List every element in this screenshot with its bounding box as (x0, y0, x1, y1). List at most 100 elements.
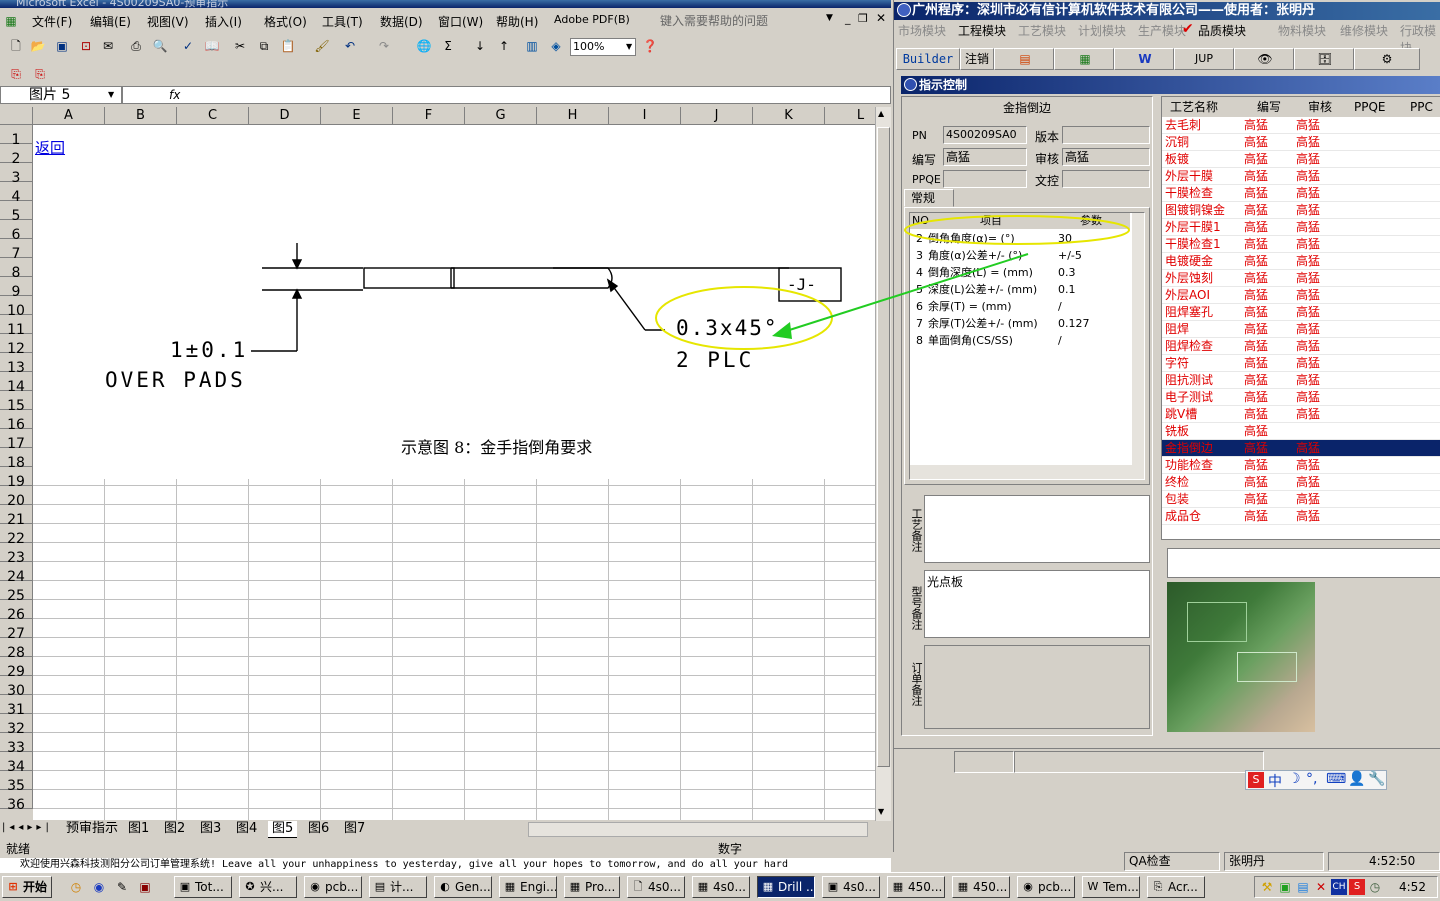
params-row[interactable]: 6 余厚(T) = (mm) / (910, 298, 1132, 315)
taskbar-button[interactable]: ▣ Tot... (174, 876, 232, 898)
row-header-4[interactable]: 4 (0, 182, 33, 205)
logout-button[interactable]: 注销 (960, 48, 994, 70)
row-header-7[interactable]: 7 (0, 239, 33, 262)
menu-format[interactable]: 格式(O) (264, 13, 307, 30)
row-header-15[interactable]: 15 (0, 391, 33, 414)
row-header-24[interactable]: 24 (0, 562, 33, 585)
params-vscroll[interactable] (1132, 213, 1144, 465)
params-hscroll[interactable] (910, 465, 1144, 479)
keyboard-icon[interactable]: ⌨ (1326, 771, 1346, 787)
row-header-8[interactable]: 8 (0, 258, 33, 281)
row-header-5[interactable]: 5 (0, 201, 33, 224)
row-header-13[interactable]: 13 (0, 353, 33, 376)
word-button[interactable]: W (1114, 48, 1174, 70)
column-header-h[interactable]: H (537, 107, 609, 125)
workflow-row[interactable]: 电镀硬金 高猛 高猛 (1162, 253, 1440, 270)
taskbar-button[interactable]: ▣ 4s0... (822, 876, 880, 898)
column-header-k[interactable]: K (753, 107, 825, 125)
chart-wizard-icon[interactable]: ▥ (524, 38, 540, 54)
email-icon[interactable]: ✉ (100, 38, 116, 54)
taskbar-button[interactable]: ▦ 450... (952, 876, 1010, 898)
format-painter-icon[interactable]: 🖌 (314, 38, 330, 54)
column-header-i[interactable]: I (609, 107, 681, 125)
cut-icon[interactable]: ✂ (232, 38, 248, 54)
tray-ch-icon[interactable]: CH (1331, 879, 1347, 895)
menu-data[interactable]: 数据(D) (380, 13, 423, 30)
column-header-j[interactable]: J (681, 107, 753, 125)
row-header-22[interactable]: 22 (0, 524, 33, 547)
archive-button[interactable]: 🗄 (1294, 48, 1354, 70)
row-header-29[interactable]: 29 (0, 657, 33, 680)
quicklaunch-clock-icon[interactable]: ◷ (68, 879, 84, 895)
excel-app-icon[interactable]: ▦ (3, 13, 19, 29)
workflow-row[interactable]: 外层AOI 高猛 高猛 (1162, 287, 1440, 304)
workflow-row[interactable]: 包装 高猛 高猛 (1162, 491, 1440, 508)
row-header-26[interactable]: 26 (0, 600, 33, 623)
params-row[interactable]: 7 余厚(T)公差+/- (mm) 0.127 (910, 315, 1132, 332)
sheet-tab[interactable]: 图4 (232, 821, 261, 838)
ime-toolbar[interactable]: S 中 ☽ °, ⌨ 👤 🔧 (1245, 770, 1387, 790)
workflow-row[interactable]: 沉铜 高猛 高猛 (1162, 134, 1440, 151)
builder-button[interactable]: Builder (896, 48, 960, 70)
tray-clock[interactable]: 4:52 (1399, 880, 1426, 894)
row-header-27[interactable]: 27 (0, 619, 33, 642)
vertical-scrollbar[interactable]: ▲ ▼ (875, 107, 891, 821)
horizontal-scrollbar[interactable] (528, 822, 868, 837)
workflow-row[interactable]: 铣板 高猛 (1162, 423, 1440, 440)
row-header-30[interactable]: 30 (0, 676, 33, 699)
view-button[interactable]: 👁 (1234, 48, 1294, 70)
start-button[interactable]: ⊞ 开始 (2, 876, 52, 898)
module-6[interactable]: 物料模块 (1278, 22, 1326, 39)
column-header-c[interactable]: C (177, 107, 249, 125)
taskbar-button[interactable]: ▤ 计... (369, 876, 427, 898)
formula-bar[interactable]: fx (122, 86, 891, 104)
workflow-row[interactable]: 阻焊检查 高猛 高猛 (1162, 338, 1440, 355)
redo-icon[interactable]: ↷ (376, 38, 392, 54)
taskbar-button[interactable]: ✪ 兴... (239, 876, 297, 898)
tab-scroll-arrows-icon[interactable]: |◂◂▸▸| (2, 822, 53, 833)
workflow-row[interactable]: 阻抗测试 高猛 高猛 (1162, 372, 1440, 389)
workflow-row[interactable]: 功能检查 高猛 高猛 (1162, 457, 1440, 474)
menu-insert[interactable]: 插入(I) (205, 13, 242, 30)
row-header-34[interactable]: 34 (0, 752, 33, 775)
row-header-19[interactable]: 19 (0, 467, 33, 490)
taskbar-button[interactable]: ▦ 450... (887, 876, 945, 898)
undo-icon[interactable]: ↶ (342, 38, 358, 54)
row-header-21[interactable]: 21 (0, 505, 33, 528)
autosum-icon[interactable]: Σ (440, 38, 456, 54)
menu-tools[interactable]: 工具(T) (322, 13, 363, 30)
sheet-tab[interactable]: 图7 (340, 821, 369, 838)
restore-icon[interactable]: ❐ (858, 12, 868, 25)
excel-button[interactable]: ▦ (1054, 48, 1114, 70)
workflow-row[interactable]: 跳V槽 高猛 高猛 (1162, 406, 1440, 423)
help-question-box[interactable]: 键入需要帮助的问题 (660, 12, 838, 29)
module-0[interactable]: 市场模块 (898, 22, 946, 39)
params-row[interactable]: 4 倒角深度(L) = (mm) 0.3 (910, 264, 1132, 281)
sheet-tab[interactable]: 图6 (304, 821, 333, 838)
workflow-row[interactable]: 干膜检查 高猛 高猛 (1162, 185, 1440, 202)
row-header-2[interactable]: 2 (0, 144, 33, 167)
workflow-row[interactable]: 电子测试 高猛 高猛 (1162, 389, 1440, 406)
row-header-35[interactable]: 35 (0, 771, 33, 794)
wrench-icon[interactable]: 🔧 (1368, 771, 1385, 787)
sogou-icon[interactable]: S (1248, 772, 1264, 788)
workflow-row[interactable]: 图镀铜镍金 高猛 高猛 (1162, 202, 1440, 219)
workflow-row[interactable]: 成品仓 高猛 高猛 (1162, 508, 1440, 525)
row-header-10[interactable]: 10 (0, 296, 33, 319)
workflow-row[interactable]: 干膜检查1 高猛 高猛 (1162, 236, 1440, 253)
moon-icon[interactable]: ☽ (1288, 771, 1301, 787)
row-header-32[interactable]: 32 (0, 714, 33, 737)
row-header-36[interactable]: 36 (0, 790, 33, 813)
row-header-3[interactable]: 3 (0, 163, 33, 186)
workflow-row[interactable]: 去毛刺 高猛 高猛 (1162, 117, 1440, 134)
workflow-row[interactable]: 阻焊 高猛 高猛 (1162, 321, 1440, 338)
taskbar-button[interactable]: ▦ 4s0... (692, 876, 750, 898)
menu-edit[interactable]: 编辑(E) (90, 13, 131, 30)
row-header-23[interactable]: 23 (0, 543, 33, 566)
sheet-tab[interactable]: 预审指示 (62, 821, 122, 838)
settings-button[interactable]: ⚙ (1354, 48, 1420, 70)
module-3[interactable]: 计划模块 (1078, 22, 1126, 39)
drawing-icon[interactable]: ◈ (548, 38, 564, 54)
workflow-row[interactable]: 阻焊塞孔 高猛 高猛 (1162, 304, 1440, 321)
review-field[interactable]: 高猛 (1062, 148, 1150, 166)
